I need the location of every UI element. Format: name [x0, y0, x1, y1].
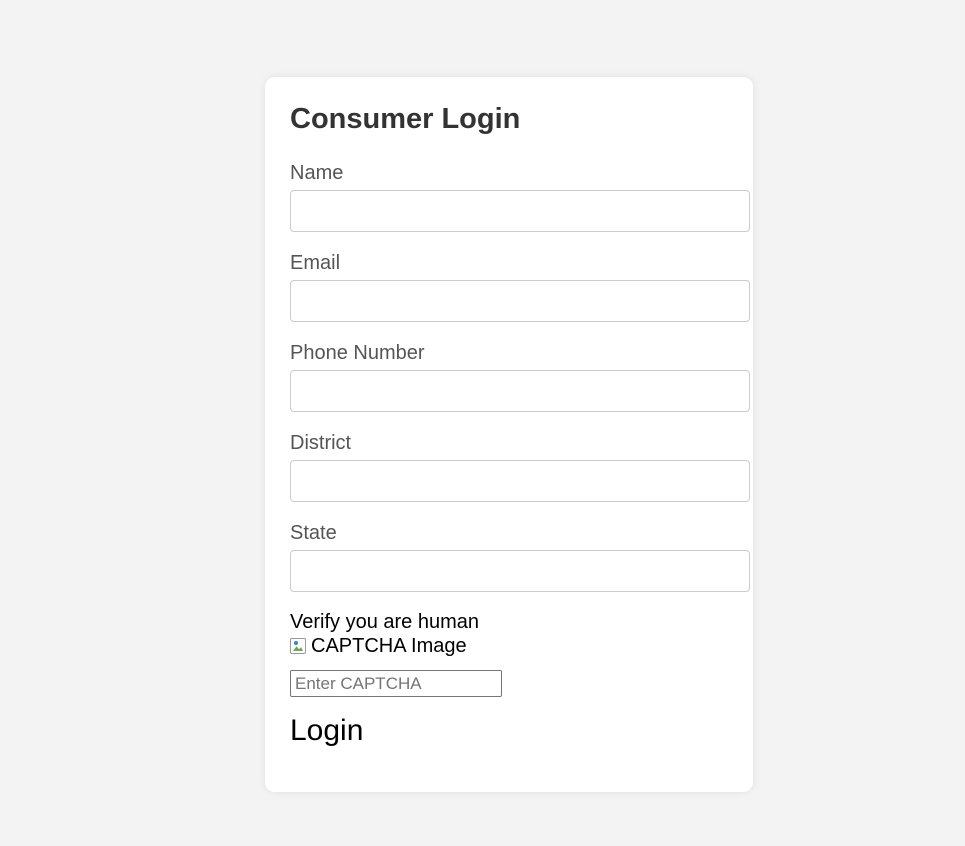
login-button[interactable]: Login	[290, 714, 363, 748]
captcha-image: CAPTCHA Image	[290, 634, 730, 658]
email-label: Email	[290, 252, 341, 274]
district-field[interactable]	[290, 460, 750, 502]
captcha-section: Verify you are human CAPTCHA Image	[290, 610, 730, 697]
name-label: Name	[290, 162, 344, 184]
email-field[interactable]	[290, 280, 750, 322]
phone-number-field[interactable]	[290, 370, 750, 412]
captcha-input[interactable]	[290, 670, 502, 697]
page-title: Consumer Login	[290, 103, 521, 135]
phone-number-label: Phone Number	[290, 342, 425, 364]
login-card: Consumer Login Name Email Phone Number D…	[265, 77, 753, 792]
state-label: State	[290, 522, 337, 544]
broken-image-icon	[290, 638, 306, 654]
name-field[interactable]	[290, 190, 750, 232]
captcha-image-alt-text: CAPTCHA Image	[311, 635, 467, 657]
state-field[interactable]	[290, 550, 750, 592]
captcha-prompt: Verify you are human	[290, 611, 479, 633]
district-label: District	[290, 432, 352, 454]
